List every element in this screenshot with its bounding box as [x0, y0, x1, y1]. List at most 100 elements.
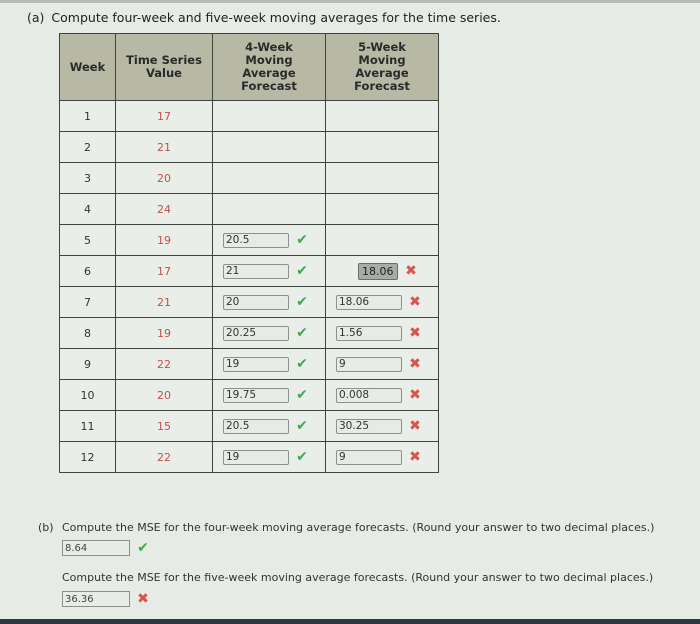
header-5-week-forecast: 5-Week Moving Average Forecast: [325, 33, 439, 101]
table-row: 5 19 ✔: [59, 224, 439, 256]
week-number: 2: [84, 140, 91, 154]
table-header-row: Week Time Series Value 4-Week Moving Ave…: [59, 33, 439, 101]
time-series-value-cell: 22: [115, 441, 213, 473]
four-week-forecast-answer: ✔: [213, 418, 325, 434]
four-week-forecast-input[interactable]: [223, 387, 289, 403]
check-icon: ✔: [296, 356, 308, 372]
header-ts-line2: Value: [146, 66, 182, 80]
four-week-forecast-answer: ✔: [213, 325, 325, 341]
five-week-forecast-input[interactable]: [336, 387, 402, 403]
week-number: 7: [84, 295, 91, 309]
part-b-prompt-5w: Compute the MSE for the five-week moving…: [62, 571, 653, 584]
four-week-forecast-input[interactable]: [223, 418, 289, 434]
week-number: 8: [84, 326, 91, 340]
four-week-forecast-cell: [212, 131, 326, 163]
four-week-forecast-cell: ✔: [212, 410, 326, 442]
five-week-forecast-cell: [325, 100, 439, 132]
four-week-forecast-input[interactable]: [223, 232, 289, 248]
mse-5w-answer-row: ✖: [62, 591, 150, 607]
time-series-value-cell: 17: [115, 100, 213, 132]
time-series-value-cell: 20: [115, 162, 213, 194]
mse-4w-input[interactable]: [62, 540, 130, 556]
check-icon: ✔: [296, 325, 308, 341]
table-row: 7 21 ✔ ✖: [59, 286, 439, 318]
four-week-forecast-answer: ✔: [213, 449, 325, 465]
part-a-label: (a): [27, 10, 45, 25]
header-week: Week: [59, 33, 116, 101]
time-series-value-cell: 20: [115, 379, 213, 411]
four-week-forecast-answer: ✔: [213, 294, 325, 310]
time-series-value: 21: [157, 140, 171, 154]
four-week-forecast-input[interactable]: [223, 356, 289, 372]
time-series-value-cell: 24: [115, 193, 213, 225]
week-cell: 5: [59, 224, 116, 256]
cross-icon: ✖: [409, 294, 421, 310]
week-number: 10: [80, 388, 95, 402]
part-a-prompt: (a) Compute four-week and five-week movin…: [27, 10, 501, 25]
five-week-forecast-input[interactable]: [336, 449, 402, 465]
five-week-forecast-cell: ✖: [325, 348, 439, 380]
week-number: 9: [84, 357, 91, 371]
cross-icon: ✖: [409, 449, 421, 465]
five-week-forecast-input[interactable]: [336, 418, 402, 434]
table-row: 11 15 ✔ ✖: [59, 410, 439, 442]
week-cell: 2: [59, 131, 116, 163]
four-week-forecast-cell: ✔: [212, 441, 326, 473]
week-number: 5: [84, 233, 91, 247]
five-week-forecast-cell: ✖: [325, 410, 439, 442]
four-week-forecast-answer: ✔: [213, 232, 325, 248]
table-row: 3 20: [59, 162, 439, 194]
five-week-forecast-input[interactable]: [336, 325, 402, 341]
mse-5w-input[interactable]: [62, 591, 130, 607]
time-series-value: 17: [157, 109, 171, 123]
time-series-value: 24: [157, 202, 171, 216]
week-cell: 1: [59, 100, 116, 132]
four-week-forecast-input[interactable]: [223, 449, 289, 465]
five-week-forecast-answer: ✖: [326, 418, 438, 434]
five-week-forecast-cell: ✖: [325, 286, 439, 318]
four-week-forecast-cell: [212, 193, 326, 225]
time-series-value-cell: 21: [115, 286, 213, 318]
time-series-value: 17: [157, 264, 171, 278]
week-cell: 4: [59, 193, 116, 225]
header-time-series-value: Time Series Value: [115, 33, 213, 101]
time-series-value-cell: 19: [115, 317, 213, 349]
week-number: 6: [84, 264, 91, 278]
check-icon: ✔: [296, 418, 308, 434]
five-week-forecast-cell: ✖: [325, 255, 439, 287]
four-week-forecast-cell: ✔: [212, 286, 326, 318]
five-week-forecast-input[interactable]: [358, 262, 398, 280]
header-5w-line4: Forecast: [354, 79, 410, 93]
four-week-forecast-input[interactable]: [223, 294, 289, 310]
four-week-forecast-answer: ✔: [213, 356, 325, 372]
five-week-forecast-input[interactable]: [336, 294, 402, 310]
week-number: 1: [84, 109, 91, 123]
part-a-text: Compute four-week and five-week moving a…: [51, 10, 501, 25]
table-row: 12 22 ✔ ✖: [59, 441, 439, 473]
time-series-value-cell: 19: [115, 224, 213, 256]
part-b-prompt-5w-text: Compute the MSE for the five-week moving…: [62, 571, 654, 584]
week-cell: 7: [59, 286, 116, 318]
time-series-value: 20: [157, 171, 171, 185]
bottom-bar: [0, 619, 700, 624]
five-week-forecast-cell: ✖: [325, 441, 439, 473]
week-number: 12: [80, 450, 95, 464]
four-week-forecast-cell: ✔: [212, 348, 326, 380]
five-week-forecast-cell: ✖: [325, 379, 439, 411]
five-week-forecast-cell: [325, 131, 439, 163]
check-icon: ✔: [137, 540, 149, 556]
five-week-forecast-input[interactable]: [336, 356, 402, 372]
time-series-value-cell: 17: [115, 255, 213, 287]
check-icon: ✔: [296, 387, 308, 403]
four-week-forecast-cell: ✔: [212, 317, 326, 349]
check-icon: ✔: [296, 263, 308, 279]
check-icon: ✔: [296, 232, 308, 248]
five-week-forecast-cell: ✖: [325, 317, 439, 349]
week-cell: 12: [59, 441, 116, 473]
table-row: 9 22 ✔ ✖: [59, 348, 439, 380]
week-number: 3: [84, 171, 91, 185]
week-cell: 9: [59, 348, 116, 380]
four-week-forecast-cell: [212, 100, 326, 132]
four-week-forecast-input[interactable]: [223, 263, 289, 279]
four-week-forecast-input[interactable]: [223, 325, 289, 341]
